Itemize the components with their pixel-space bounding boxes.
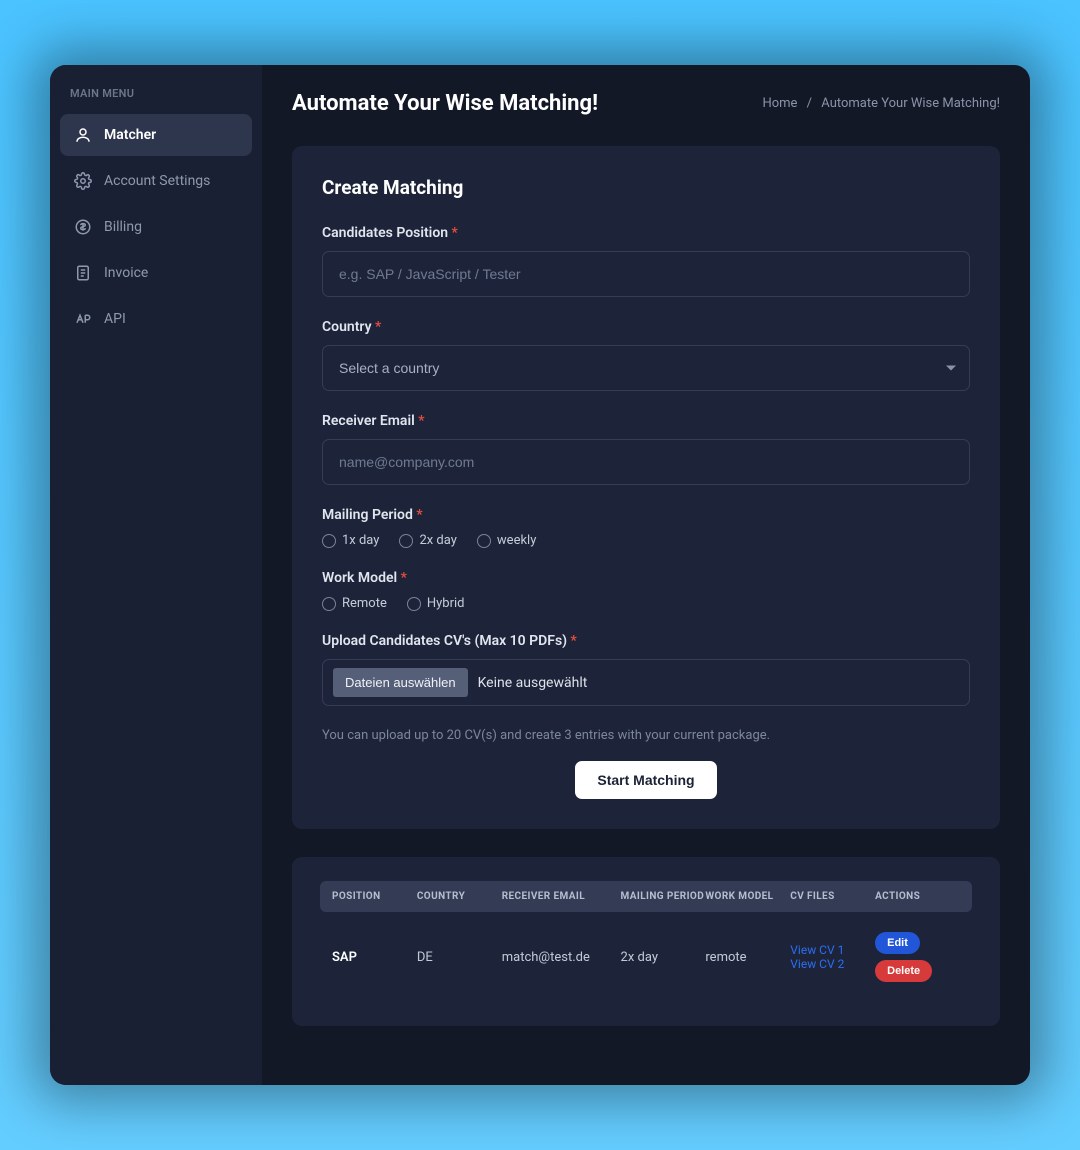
sidebar-item-account-settings[interactable]: Account Settings [60, 160, 252, 202]
table-row: SAP DE match@test.de 2x day remote View … [320, 912, 972, 1002]
country-group: Country * Select a country [322, 319, 970, 391]
cv-link-1[interactable]: View CV 1 [790, 943, 875, 957]
cell-cv-links: View CV 1 View CV 2 [790, 943, 875, 971]
page-title: Automate Your Wise Matching! [292, 91, 598, 116]
create-matching-card: Create Matching Candidates Position * Co… [292, 146, 1000, 829]
sidebar-item-label: Invoice [104, 265, 148, 281]
breadcrumb-current: Automate Your Wise Matching! [821, 96, 1000, 111]
position-label: Candidates Position * [322, 225, 970, 241]
upload-group: Upload Candidates CV's (Max 10 PDFs) * D… [322, 633, 970, 706]
cell-position: SAP [332, 950, 417, 965]
mailing-label: Mailing Period * [322, 507, 970, 523]
sidebar-item-label: Matcher [104, 127, 156, 143]
card-title: Create Matching [322, 176, 970, 199]
sidebar-item-invoice[interactable]: Invoice [60, 252, 252, 294]
sidebar-item-matcher[interactable]: Matcher [60, 114, 252, 156]
th-actions: ACTIONS [875, 891, 960, 902]
breadcrumb-separator: / [807, 96, 812, 111]
th-work: WORK MODEL [705, 891, 790, 902]
cell-actions: Edit Delete [875, 932, 960, 982]
upload-hint: You can upload up to 20 CV(s) and create… [322, 728, 970, 743]
mailing-option-1x[interactable]: 1x day [322, 533, 379, 548]
th-mailing: MAILING PERIOD [621, 891, 706, 902]
matchings-table-card: POSITION COUNTRY RECEIVER EMAIL MAILING … [292, 857, 1000, 1026]
cell-country: DE [417, 950, 502, 965]
matchings-table: POSITION COUNTRY RECEIVER EMAIL MAILING … [320, 881, 972, 1002]
sidebar: MAIN MENU Matcher Account Settings Billi… [50, 65, 262, 1085]
sidebar-title: MAIN MENU [60, 87, 252, 100]
delete-button[interactable]: Delete [875, 960, 932, 982]
radio-icon [399, 534, 413, 548]
email-label: Receiver Email * [322, 413, 970, 429]
api-icon [74, 310, 92, 328]
breadcrumb: Home / Automate Your Wise Matching! [762, 96, 1000, 111]
th-cv: CV FILES [790, 891, 875, 902]
main-content: Automate Your Wise Matching! Home / Auto… [262, 65, 1030, 1085]
mailing-group: Mailing Period * 1x day 2x day weekly [322, 507, 970, 548]
table-header-row: POSITION COUNTRY RECEIVER EMAIL MAILING … [320, 881, 972, 912]
radio-icon [477, 534, 491, 548]
radio-icon [322, 597, 336, 611]
radio-icon [407, 597, 421, 611]
work-label: Work Model * [322, 570, 970, 586]
sidebar-item-label: API [104, 311, 126, 327]
sidebar-item-label: Billing [104, 219, 142, 235]
sidebar-item-api[interactable]: API [60, 298, 252, 340]
file-input-row: Dateien auswählen Keine ausgewählt [322, 659, 970, 706]
th-position: POSITION [332, 891, 417, 902]
file-select-button[interactable]: Dateien auswählen [333, 668, 468, 697]
gear-icon [74, 172, 92, 190]
country-label: Country * [322, 319, 970, 335]
sidebar-item-label: Account Settings [104, 173, 210, 189]
dollar-icon [74, 218, 92, 236]
cv-link-2[interactable]: View CV 2 [790, 957, 875, 971]
cell-mailing: 2x day [621, 950, 706, 965]
position-input[interactable] [322, 251, 970, 297]
user-icon [74, 126, 92, 144]
upload-label: Upload Candidates CV's (Max 10 PDFs) * [322, 633, 970, 649]
edit-button[interactable]: Edit [875, 932, 920, 954]
breadcrumb-home[interactable]: Home [762, 96, 797, 111]
mailing-option-2x[interactable]: 2x day [399, 533, 456, 548]
work-option-remote[interactable]: Remote [322, 596, 387, 611]
file-status-text: Keine ausgewählt [478, 675, 588, 691]
radio-icon [322, 534, 336, 548]
work-group: Work Model * Remote Hybrid [322, 570, 970, 611]
th-email: RECEIVER EMAIL [502, 891, 621, 902]
document-icon [74, 264, 92, 282]
th-country: COUNTRY [417, 891, 502, 902]
sidebar-item-billing[interactable]: Billing [60, 206, 252, 248]
cell-email: match@test.de [502, 950, 621, 965]
country-select[interactable]: Select a country [322, 345, 970, 391]
email-input[interactable] [322, 439, 970, 485]
cell-work: remote [705, 950, 790, 965]
mailing-option-weekly[interactable]: weekly [477, 533, 536, 548]
app-frame: MAIN MENU Matcher Account Settings Billi… [50, 65, 1030, 1085]
email-group: Receiver Email * [322, 413, 970, 485]
position-group: Candidates Position * [322, 225, 970, 297]
work-option-hybrid[interactable]: Hybrid [407, 596, 465, 611]
main-header: Automate Your Wise Matching! Home / Auto… [292, 91, 1000, 116]
start-matching-button[interactable]: Start Matching [575, 761, 716, 799]
